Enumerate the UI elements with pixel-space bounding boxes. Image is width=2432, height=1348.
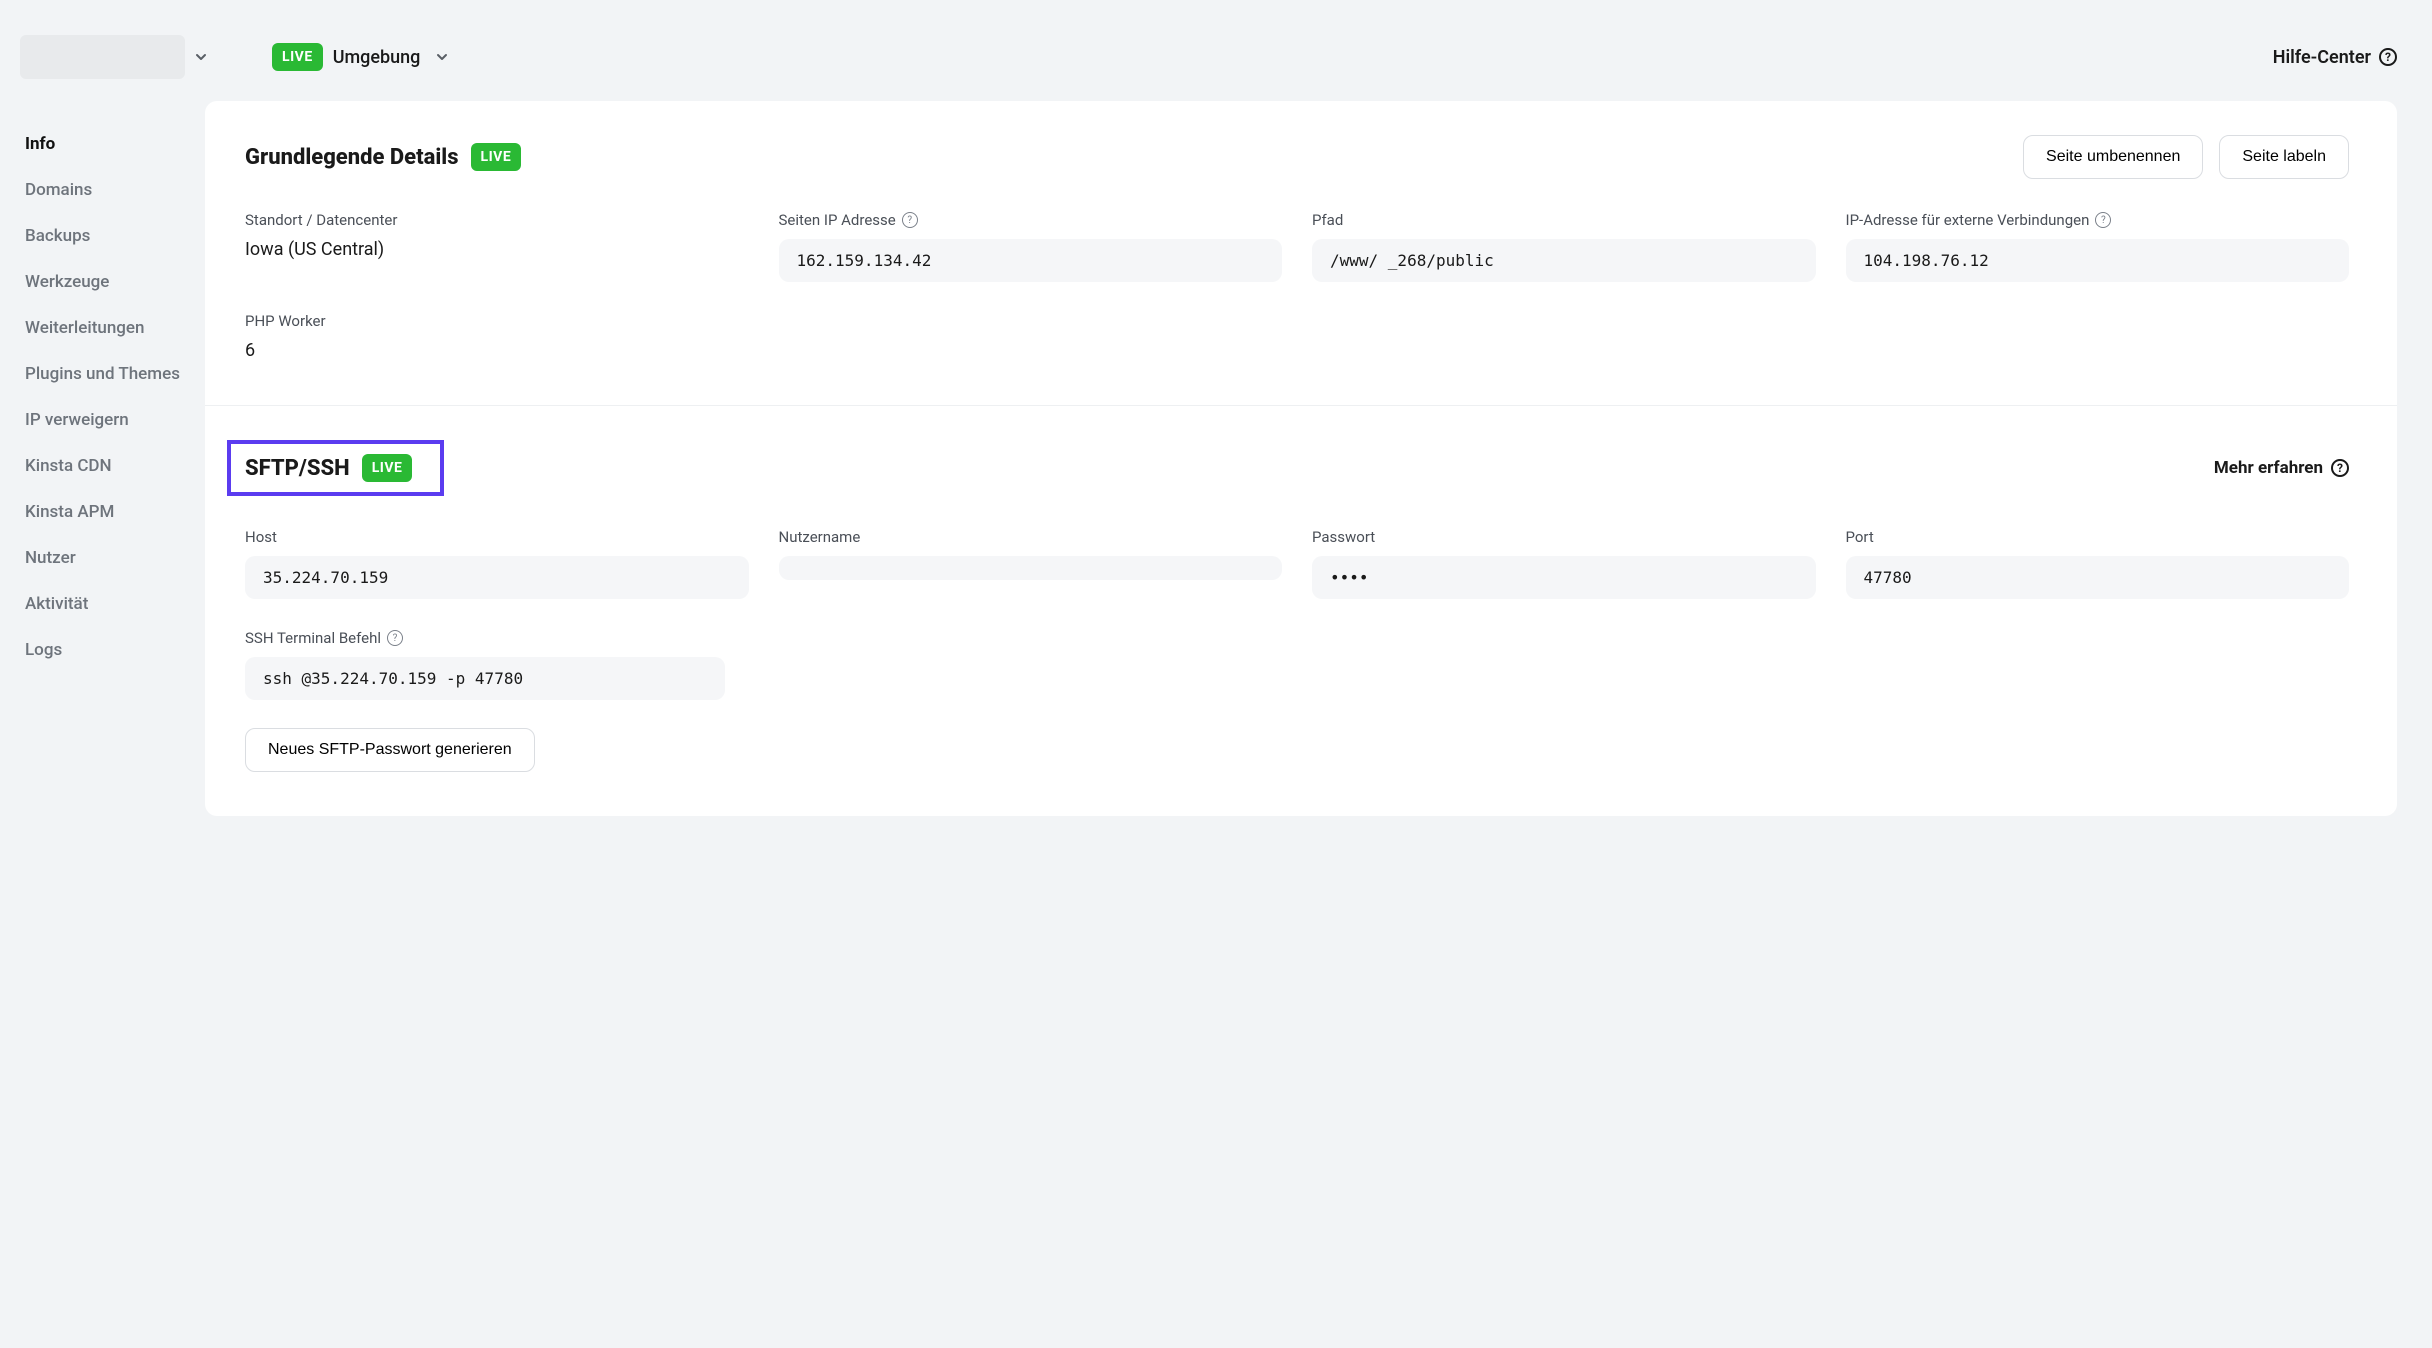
site-ip-field: Seiten IP Adresse ? 162.159.134.42 xyxy=(779,211,1283,282)
site-name-placeholder xyxy=(20,35,185,79)
ssh-command-label: SSH Terminal Befehl xyxy=(245,629,381,647)
chevron-down-icon xyxy=(195,51,207,63)
external-ip-label: IP-Adresse für externe Verbindungen xyxy=(1846,211,2090,229)
basic-details-title: Grundlegende Details xyxy=(245,145,459,170)
sidebar-item-plugins[interactable]: Plugins und Themes xyxy=(25,351,205,397)
top-bar: LIVE Umgebung Hilfe-Center ? xyxy=(0,0,2432,101)
question-icon[interactable]: ? xyxy=(387,630,403,646)
port-field: Port 47780 xyxy=(1846,528,2350,599)
live-badge: LIVE xyxy=(272,43,323,71)
location-value: Iowa (US Central) xyxy=(245,239,749,260)
sidebar-item-apm[interactable]: Kinsta APM xyxy=(25,489,205,535)
external-ip-field: IP-Adresse für externe Verbindungen ? 10… xyxy=(1846,211,2350,282)
sidebar-item-activity[interactable]: Aktivität xyxy=(25,581,205,627)
location-field: Standort / Datencenter Iowa (US Central) xyxy=(245,211,749,282)
main-panel: Grundlegende Details LIVE Seite umbenenn… xyxy=(205,101,2397,816)
sidebar-item-info[interactable]: Info xyxy=(25,121,205,167)
password-field: Passwort •••• xyxy=(1312,528,1816,599)
sidebar-item-domains[interactable]: Domains xyxy=(25,167,205,213)
basic-details-panel: Grundlegende Details LIVE Seite umbenenn… xyxy=(205,101,2397,406)
label-site-button[interactable]: Seite labeln xyxy=(2219,135,2349,179)
username-field: Nutzername xyxy=(779,528,1283,599)
live-badge: LIVE xyxy=(362,454,413,482)
password-label: Passwort xyxy=(1312,528,1816,546)
sidebar-item-tools[interactable]: Werkzeuge xyxy=(25,259,205,305)
help-center-link[interactable]: Hilfe-Center ? xyxy=(2273,47,2397,68)
chevron-down-icon xyxy=(436,51,448,63)
php-worker-field: PHP Worker 6 xyxy=(245,312,749,361)
learn-more-link[interactable]: Mehr erfahren ? xyxy=(2214,458,2349,478)
sftp-ssh-title: SFTP/SSH xyxy=(245,456,350,481)
live-badge: LIVE xyxy=(471,143,522,171)
php-worker-value: 6 xyxy=(245,340,749,361)
sidebar-item-cdn[interactable]: Kinsta CDN xyxy=(25,443,205,489)
host-label: Host xyxy=(245,528,749,546)
ssh-command-field: SSH Terminal Befehl ? ssh @35.224.70.159… xyxy=(245,629,725,700)
sidebar: Info Domains Backups Werkzeuge Weiterlei… xyxy=(0,101,205,673)
sidebar-item-logs[interactable]: Logs xyxy=(25,627,205,673)
sftp-ssh-highlight: SFTP/SSH LIVE xyxy=(227,440,444,496)
question-icon[interactable]: ? xyxy=(2095,212,2111,228)
host-field: Host 35.224.70.159 xyxy=(245,528,749,599)
sidebar-item-users[interactable]: Nutzer xyxy=(25,535,205,581)
sftp-ssh-panel: SFTP/SSH LIVE Mehr erfahren ? Host 35.22… xyxy=(205,406,2397,816)
environment-label: Umgebung xyxy=(333,47,421,68)
location-label: Standort / Datencenter xyxy=(245,211,749,229)
help-center-label: Hilfe-Center xyxy=(2273,47,2371,68)
sidebar-item-redirects[interactable]: Weiterleitungen xyxy=(25,305,205,351)
php-worker-label: PHP Worker xyxy=(245,312,749,330)
regenerate-sftp-password-button[interactable]: Neues SFTP-Passwort generieren xyxy=(245,728,535,772)
path-label: Pfad xyxy=(1312,211,1816,229)
password-value[interactable]: •••• xyxy=(1312,556,1816,599)
site-switcher[interactable] xyxy=(20,35,207,79)
question-icon: ? xyxy=(2331,459,2349,477)
environment-switcher[interactable]: LIVE Umgebung xyxy=(272,43,448,71)
rename-site-button[interactable]: Seite umbenennen xyxy=(2023,135,2203,179)
site-ip-value[interactable]: 162.159.134.42 xyxy=(779,239,1283,282)
sidebar-item-ip-deny[interactable]: IP verweigern xyxy=(25,397,205,443)
sidebar-item-backups[interactable]: Backups xyxy=(25,213,205,259)
host-value[interactable]: 35.224.70.159 xyxy=(245,556,749,599)
username-value[interactable] xyxy=(779,556,1283,580)
port-value[interactable]: 47780 xyxy=(1846,556,2350,599)
external-ip-value[interactable]: 104.198.76.12 xyxy=(1846,239,2350,282)
question-icon[interactable]: ? xyxy=(902,212,918,228)
question-icon: ? xyxy=(2379,48,2397,66)
ssh-command-value[interactable]: ssh @35.224.70.159 -p 47780 xyxy=(245,657,725,700)
port-label: Port xyxy=(1846,528,2350,546)
path-field: Pfad /www/ _268/public xyxy=(1312,211,1816,282)
path-value[interactable]: /www/ _268/public xyxy=(1312,239,1816,282)
site-ip-label: Seiten IP Adresse xyxy=(779,211,896,229)
username-label: Nutzername xyxy=(779,528,1283,546)
